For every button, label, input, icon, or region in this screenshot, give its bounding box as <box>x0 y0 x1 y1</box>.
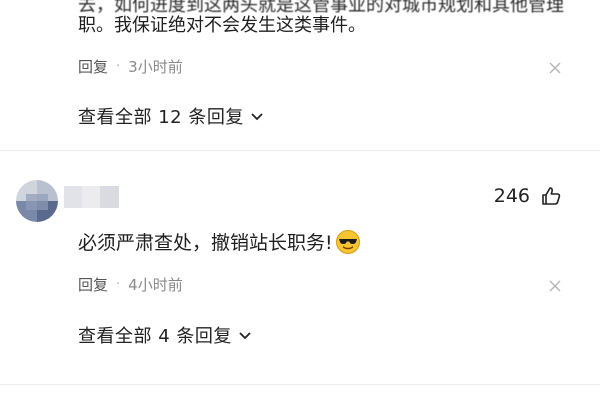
comment-second-body: 必须严肃查处，撤销站长职务! <box>78 228 361 255</box>
close-icon[interactable] <box>549 62 561 74</box>
comment-second-meta: 回复 · 4小时前 <box>78 274 183 295</box>
like-area: 246 <box>494 185 562 207</box>
view-all-replies-button[interactable]: 查看全部 12 条回复 <box>78 103 264 129</box>
reply-button[interactable]: 回复 <box>78 274 108 295</box>
view-all-replies-button[interactable]: 查看全部 4 条回复 <box>78 322 252 348</box>
chevron-down-icon <box>238 325 252 346</box>
meta-separator: · <box>116 59 121 74</box>
sunglasses-emoji-icon <box>335 229 361 255</box>
thumbs-up-icon[interactable] <box>540 185 562 207</box>
like-count: 246 <box>493 185 530 207</box>
comment-divider <box>0 384 600 385</box>
chevron-down-icon <box>250 106 264 127</box>
reply-button[interactable]: 回复 <box>78 56 108 77</box>
avatar[interactable] <box>16 180 58 222</box>
comment-top-meta: 回复 · 3小时前 <box>78 56 183 77</box>
close-icon[interactable] <box>549 280 561 292</box>
comment-time: 3小时前 <box>128 58 183 76</box>
view-all-replies-label: 查看全部 4 条回复 <box>78 326 232 347</box>
comment-time: 4小时前 <box>128 276 183 294</box>
comment-second-text: 必须严肃查处，撤销站长职务! <box>78 232 333 254</box>
username-blurred[interactable] <box>64 186 119 208</box>
comment-top-body: 职。我保证绝对不会发生这类事件。 <box>78 15 366 36</box>
comment-divider <box>0 150 600 151</box>
view-all-replies-label: 查看全部 12 条回复 <box>78 107 244 128</box>
meta-separator: · <box>116 277 121 292</box>
